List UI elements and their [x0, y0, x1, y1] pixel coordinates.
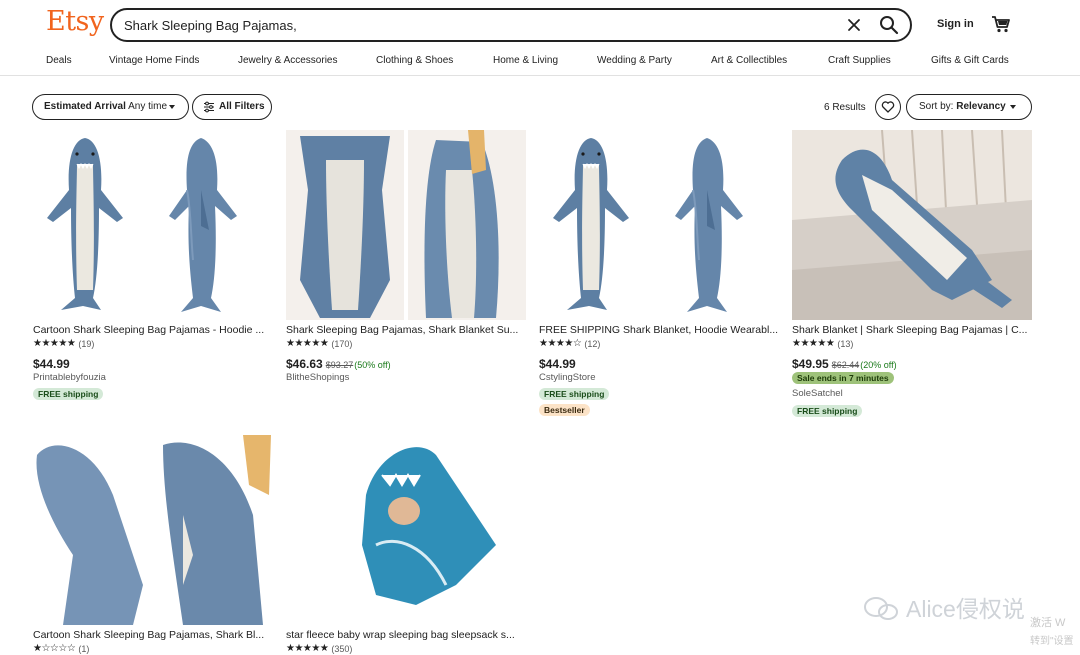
review-count: (1)	[78, 644, 90, 654]
star-rating-icon: ★☆☆☆☆	[33, 643, 76, 654]
discount-percent: (50% off)	[354, 360, 391, 370]
review-count: (12)	[584, 339, 601, 349]
product-rating: ★★★★★ (19)	[33, 338, 94, 350]
star-rating-icon: ★★★★☆	[539, 338, 582, 349]
save-search-button[interactable]	[875, 94, 901, 120]
free-shipping-badge: FREE shipping	[33, 388, 104, 400]
sort-value: Relevancy	[956, 101, 1006, 112]
arrival-value: Any time	[128, 101, 168, 112]
product-price: $44.99	[539, 357, 576, 371]
review-count: (13)	[837, 339, 854, 349]
nav-vintage-home-finds[interactable]: Vintage Home Finds	[109, 55, 199, 66]
price-line: $44.99	[33, 355, 70, 373]
free-shipping-badge: FREE shipping	[539, 388, 610, 400]
nav-art-collectibles[interactable]: Art & Collectibles	[711, 55, 787, 66]
arrival-label: Estimated Arrival	[44, 101, 126, 112]
nav-jewelry-accessories[interactable]: Jewelry & Accessories	[238, 55, 337, 66]
search-icon[interactable]	[879, 15, 899, 35]
product-image[interactable]	[286, 435, 526, 625]
filter-sliders-icon	[204, 101, 214, 113]
product-price: $44.99	[33, 357, 70, 371]
star-rating-icon: ★★★★★	[792, 338, 835, 349]
review-count: (350)	[331, 644, 353, 654]
product-price: $49.95	[792, 357, 829, 371]
nav-gifts-gift-cards[interactable]: Gifts & Gift Cards	[931, 55, 1009, 66]
chevron-down-icon	[1010, 105, 1016, 109]
star-rating-icon: ★★★★★	[286, 338, 329, 349]
search-bar[interactable]	[110, 8, 912, 42]
sale-countdown-badge: Sale ends in 7 minutes	[792, 372, 894, 384]
price-line: $44.99	[539, 355, 576, 373]
star-rating-icon: ★★★★★	[33, 338, 76, 349]
product-title[interactable]: Shark Blanket | Shark Sleeping Bag Pajam…	[792, 324, 1032, 336]
review-count: (19)	[78, 339, 95, 349]
activation-notice-sub: 转到"设置	[1030, 636, 1074, 647]
free-shipping-badge: FREE shipping	[792, 405, 863, 417]
shop-name[interactable]: SoleSatchel	[792, 388, 843, 399]
review-count: (170)	[331, 339, 353, 349]
nav-deals[interactable]: Deals	[46, 55, 72, 66]
shop-name[interactable]: BlitheShopings	[286, 372, 349, 383]
etsy-logo[interactable]: Etsy	[46, 6, 104, 37]
search-input[interactable]	[124, 16, 824, 34]
activation-notice: 激活 W	[1030, 617, 1066, 629]
all-filters-button[interactable]: All Filters	[192, 94, 272, 120]
discount-percent: (20% off)	[860, 360, 897, 370]
product-rating: ★★★★☆ (12)	[539, 338, 600, 350]
all-filters-label: All Filters	[219, 101, 265, 112]
product-title[interactable]: star fleece baby wrap sleeping bag sleep…	[286, 629, 526, 641]
bestseller-badge: Bestseller	[539, 404, 590, 416]
product-title[interactable]: Cartoon Shark Sleeping Bag Pajamas, Shar…	[33, 629, 273, 641]
original-price: $93.27	[325, 360, 354, 370]
product-rating: ★★★★★ (170)	[286, 338, 352, 350]
product-title[interactable]: FREE SHIPPING Shark Blanket, Hoodie Wear…	[539, 324, 779, 336]
results-count: 6 Results	[824, 102, 866, 113]
product-title[interactable]: Shark Sleeping Bag Pajamas, Shark Blanke…	[286, 324, 526, 336]
estimated-arrival-filter[interactable]: Estimated Arrival Any time	[32, 94, 189, 120]
shop-name[interactable]: CstylingStore	[539, 372, 596, 383]
product-image[interactable]	[33, 130, 273, 320]
wechat-watermark-icon	[864, 597, 898, 620]
nav-clothing-shoes[interactable]: Clothing & Shoes	[376, 55, 453, 66]
nav-wedding-party[interactable]: Wedding & Party	[597, 55, 672, 66]
sign-in-link[interactable]: Sign in	[937, 18, 974, 30]
star-rating-icon: ★★★★★	[286, 643, 329, 654]
site-header: Etsy Sign in Deals Vintage Home Finds Je…	[0, 0, 1080, 76]
product-image[interactable]	[539, 130, 779, 320]
product-price: $46.63	[286, 357, 323, 371]
product-title[interactable]: Cartoon Shark Sleeping Bag Pajamas - Hoo…	[33, 324, 273, 336]
product-rating: ★☆☆☆☆ (1)	[33, 643, 89, 655]
chevron-down-icon	[169, 105, 175, 109]
product-image[interactable]	[33, 435, 273, 625]
nav-home-living[interactable]: Home & Living	[493, 55, 558, 66]
category-nav: Deals Vintage Home Finds Jewelry & Acces…	[0, 55, 1080, 69]
product-image[interactable]	[792, 130, 1032, 320]
watermark-text: Alice侵权说	[906, 596, 1025, 622]
cart-icon[interactable]	[991, 14, 1011, 34]
product-image[interactable]	[286, 130, 526, 320]
sort-label: Sort by:	[919, 101, 954, 112]
heart-icon	[881, 101, 895, 113]
original-price: $62.44	[831, 360, 860, 370]
product-rating: ★★★★★ (350)	[286, 643, 352, 655]
nav-craft-supplies[interactable]: Craft Supplies	[828, 55, 891, 66]
price-line: $46.63 $93.27(50% off)	[286, 355, 391, 373]
shop-name[interactable]: Printablebyfouzia	[33, 372, 106, 383]
clear-search-icon[interactable]	[845, 16, 863, 34]
sort-dropdown[interactable]: Sort by: Relevancy	[906, 94, 1032, 120]
product-rating: ★★★★★ (13)	[792, 338, 853, 350]
price-line: $49.95 $62.44(20% off)	[792, 355, 897, 373]
